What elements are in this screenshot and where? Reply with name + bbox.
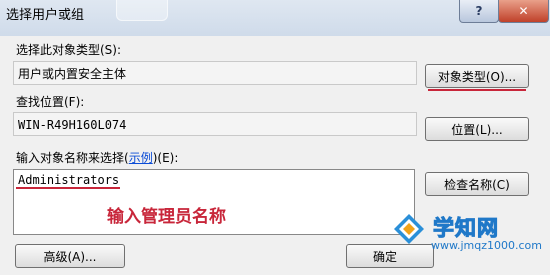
object-types-button[interactable]: 对象类型(O)... <box>425 64 529 88</box>
check-names-button[interactable]: 检查名称(C) <box>425 172 529 196</box>
examples-link[interactable]: 示例 <box>129 151 153 165</box>
close-button[interactable]: ✕ <box>498 0 549 23</box>
ok-button[interactable]: 确定 <box>346 244 434 268</box>
names-label-suffix: )(E): <box>152 151 179 165</box>
watermark-logo-icon <box>394 214 424 244</box>
watermark-title: 学知网 <box>433 216 499 241</box>
location-field: WIN-R49H160L074 <box>13 112 417 136</box>
help-button[interactable]: ? <box>459 0 499 23</box>
background-window-tab <box>116 0 168 21</box>
window-title: 选择用户或组 <box>6 8 85 23</box>
title-bar: 选择用户或组 ? ✕ <box>0 0 550 36</box>
object-names-underline <box>16 187 120 189</box>
names-label: 输入对象名称来选择(示例)(E): <box>16 149 178 166</box>
names-label-prefix: 输入对象名称来选择( <box>16 151 129 165</box>
locations-button[interactable]: 位置(L)... <box>425 117 529 141</box>
object-names-value: Administrators <box>18 173 120 187</box>
location-label: 查找位置(F): <box>16 95 85 109</box>
object-type-field: 用户或内置安全主体 <box>13 61 417 85</box>
object-type-label: 选择此对象类型(S): <box>16 43 122 57</box>
watermark-url: www.jmqz1000.com <box>431 239 542 252</box>
advanced-button[interactable]: 高级(A)... <box>15 244 125 268</box>
annotation-text: 输入管理员名称 <box>107 207 226 227</box>
object-types-underline <box>428 89 526 91</box>
